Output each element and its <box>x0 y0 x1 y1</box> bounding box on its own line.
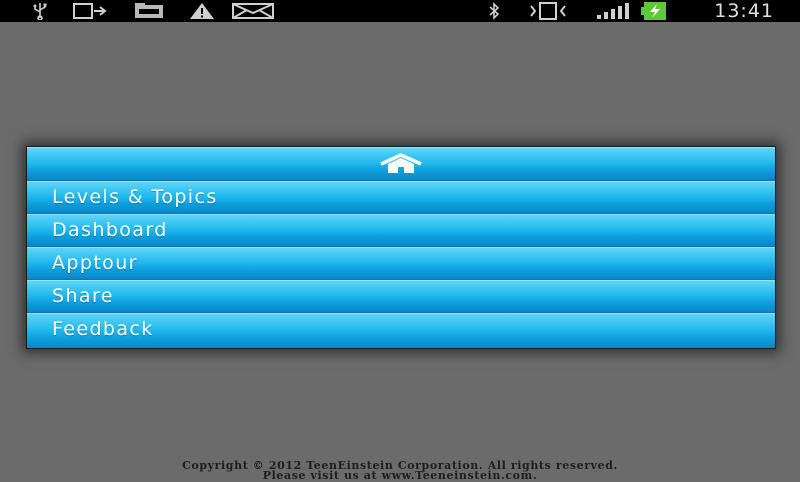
warning-icon <box>188 2 216 20</box>
menu-item-feedback[interactable]: Feedback <box>27 313 775 348</box>
clock: 13:41 <box>714 0 774 22</box>
email-icon <box>230 2 276 20</box>
menu-item-label: Dashboard <box>52 219 168 241</box>
menu-item-label: Share <box>52 285 114 307</box>
vibrate-icon <box>528 2 568 20</box>
signal-icon <box>594 2 630 20</box>
sd-card-icon <box>130 2 170 20</box>
menu-item-levels-topics[interactable]: Levels & Topics <box>27 181 775 213</box>
usb-icon <box>30 2 50 20</box>
menu-item-label: Feedback <box>52 318 154 340</box>
main-menu: Levels & Topics Dashboard Apptour Share … <box>26 146 776 349</box>
footer: Copyright © 2012 TeenEinstein Corporatio… <box>0 460 800 481</box>
menu-item-apptour[interactable]: Apptour <box>27 247 775 279</box>
menu-item-dashboard[interactable]: Dashboard <box>27 214 775 246</box>
phone-out-icon <box>70 2 110 20</box>
bluetooth-icon <box>486 2 502 20</box>
status-bar: 13:41 <box>0 0 800 22</box>
menu-item-label: Levels & Topics <box>52 186 218 208</box>
menu-item-label: Apptour <box>52 252 138 274</box>
menu-item-share[interactable]: Share <box>27 280 775 312</box>
battery-charging-icon <box>640 2 670 20</box>
home-icon <box>377 153 425 179</box>
home-button[interactable] <box>27 147 775 180</box>
